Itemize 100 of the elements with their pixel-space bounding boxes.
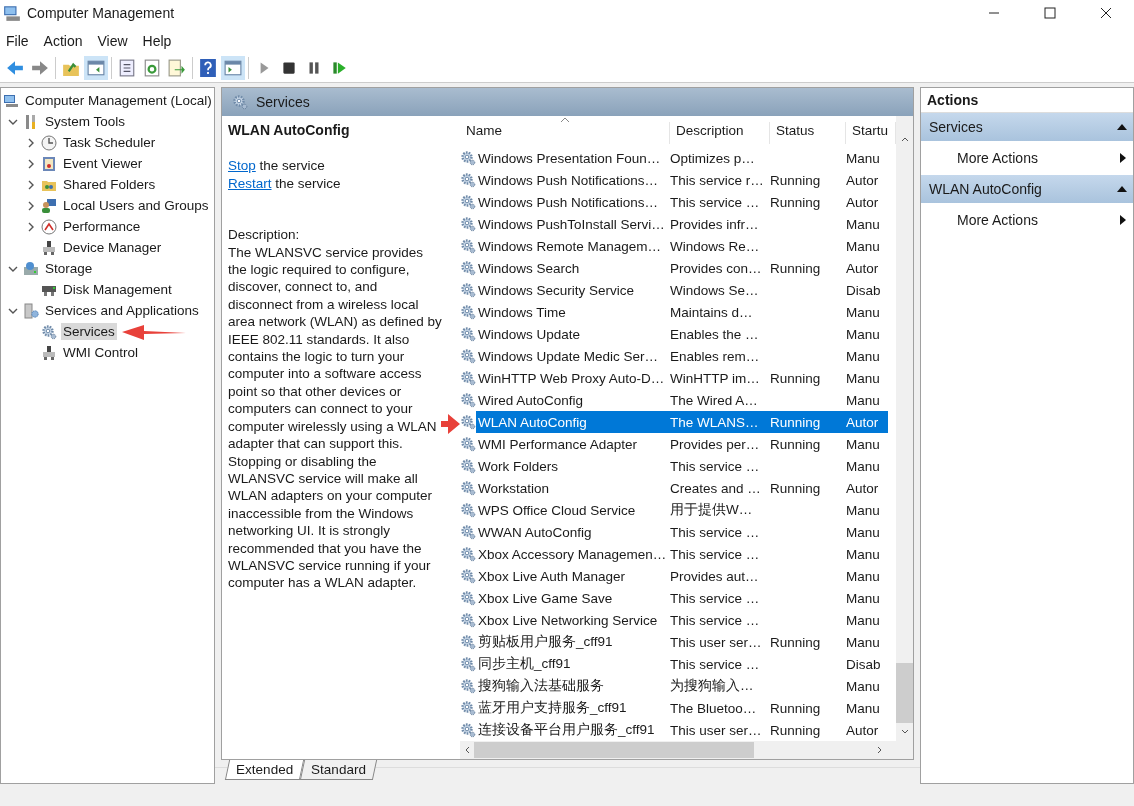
gear-icon: [460, 392, 476, 408]
gauge-icon: [41, 218, 57, 235]
menu-item[interactable]: Action: [37, 31, 92, 51]
gear-icon: [460, 590, 476, 606]
table-row[interactable]: WPS Office Cloud Service 用于提供W… Manu: [476, 499, 888, 521]
action-pane-button[interactable]: [221, 56, 245, 80]
table-row[interactable]: WMI Performance Adapter Provides per… Running Manu: [476, 433, 888, 455]
tree-item[interactable]: Disk Management: [61, 281, 174, 298]
table-row[interactable]: 蓝牙用户支持服务_cff91 The Bluetoo… Running Manu: [476, 697, 888, 719]
scrollbar-thumb[interactable]: [896, 663, 913, 723]
tree-item[interactable]: Storage: [43, 260, 95, 277]
view-tab[interactable]: Extended: [224, 760, 305, 780]
tree-item[interactable]: Services: [61, 323, 117, 340]
table-row[interactable]: Windows Push Notifications… This service r… Running Autor: [476, 169, 888, 191]
computer-icon: [3, 92, 19, 109]
service-name-cell-text: 连接设备平台用户服务_cff91: [477, 721, 656, 739]
table-row[interactable]: Windows Update Medic Ser… Enables rem… Manu: [476, 345, 888, 367]
table-row[interactable]: WWAN AutoConfig This service … Manu: [476, 521, 888, 543]
table-row[interactable]: Windows Push Notifications… This service … Running Autor: [476, 191, 888, 213]
table-row[interactable]: Windows Update Enables the … Manu: [476, 323, 888, 345]
app-icon: [3, 4, 21, 22]
tree-item[interactable]: Task Scheduler: [61, 134, 158, 151]
tree-item[interactable]: Device Manager: [61, 239, 164, 256]
gear-icon: [41, 323, 57, 340]
actions-section-header[interactable]: WLAN AutoConfig: [921, 175, 1133, 203]
gear-icon: [460, 568, 476, 584]
status-cell: Running: [770, 194, 821, 210]
tree-item[interactable]: Local Users and Groups: [61, 197, 211, 214]
export-icon: [168, 59, 186, 77]
status-cell: Running: [770, 480, 821, 496]
action-item[interactable]: More Actions: [921, 203, 1133, 237]
table-row[interactable]: WinHTTP Web Proxy Auto-D… WinHTTP im… Running Manu: [476, 367, 888, 389]
view-tab[interactable]: Standard: [299, 760, 377, 780]
tree-item[interactable]: WMI Control: [61, 344, 140, 361]
column-header[interactable]: Status: [770, 122, 846, 144]
close-icon: [1100, 7, 1112, 19]
gear-icon: [460, 458, 476, 474]
table-row[interactable]: 同步主机_cff91 This service … Disab: [476, 653, 888, 675]
description-cell-text: This service …: [669, 457, 761, 476]
description-cell-text: This service …: [669, 193, 761, 212]
table-row[interactable]: Windows Remote Managem… Windows Re… Manu: [476, 235, 888, 257]
gear-icon: [460, 260, 476, 276]
table-row[interactable]: Windows PushToInstall Servi… Provides infr… Manu: [476, 213, 888, 235]
table-row[interactable]: Windows Presentation Foun… Optimizes p… Manu: [476, 147, 888, 169]
table-row[interactable]: Wired AutoConfig The Wired A… Manu: [476, 389, 888, 411]
table-row[interactable]: Windows Search Provides con… Running Autor: [476, 257, 888, 279]
table-row[interactable]: 搜狗输入法基础服务 为搜狗输入… Manu: [476, 675, 888, 697]
gear-icon: [460, 150, 476, 166]
actions-section-header[interactable]: Services: [921, 113, 1133, 141]
service-name-cell-text: Windows Presentation Foun…: [477, 149, 662, 168]
gear-icon: [460, 282, 476, 298]
tree-item[interactable]: Event Viewer: [61, 155, 145, 172]
service-name-cell-text: Windows Search: [477, 259, 581, 278]
description-cell-text: WinHTTP im…: [669, 369, 761, 388]
tree-item[interactable]: Computer Management (Local): [23, 92, 214, 109]
console-tree-button[interactable]: [84, 56, 108, 80]
service-name-cell-text: WPS Office Cloud Service: [477, 501, 637, 520]
tree-item[interactable]: System Tools: [43, 113, 128, 130]
submenu-triangle-icon: [1119, 215, 1127, 225]
tree-item[interactable]: Performance: [61, 218, 143, 235]
description-cell-text: This service …: [669, 523, 761, 542]
service-name-cell-text: Windows Remote Managem…: [477, 237, 663, 256]
tree-item[interactable]: Shared Folders: [61, 176, 158, 193]
service-name-cell-text: 同步主机_cff91: [477, 655, 572, 673]
table-row[interactable]: Xbox Live Game Save This service … Manu: [476, 587, 888, 609]
description-cell-text: Provides per…: [669, 435, 761, 454]
gear-icon: [460, 480, 476, 496]
description-cell-text: Optimizes p…: [669, 149, 756, 168]
service-name-cell-text: Windows Push Notifications…: [477, 193, 660, 212]
column-header[interactable]: Description: [670, 122, 770, 144]
startup-cell-text: Manu: [845, 545, 881, 564]
table-row[interactable]: Work Folders This service … Manu: [476, 455, 888, 477]
table-row[interactable]: Workstation Creates and … Running Autor: [476, 477, 888, 499]
table-row[interactable]: Windows Security Service Windows Se… Disab: [476, 279, 888, 301]
service-action-link[interactable]: Restart: [228, 175, 272, 191]
gear-icon: [460, 524, 476, 540]
service-name-cell-text: Xbox Accessory Managemen…: [477, 545, 664, 564]
status-cell: Running: [770, 436, 821, 452]
column-header[interactable]: Name: [460, 122, 670, 144]
action-item[interactable]: More Actions: [921, 141, 1133, 175]
startup-cell-text: Disab: [845, 655, 882, 674]
tree-item[interactable]: Services and Applications: [43, 302, 201, 319]
clock-icon: [41, 134, 57, 151]
gear-icon: [460, 502, 476, 518]
table-row[interactable]: Xbox Live Networking Service This service … Manu: [476, 609, 888, 631]
menu-item[interactable]: View: [91, 31, 137, 51]
service-action-link[interactable]: Stop: [228, 158, 256, 174]
annotation-arrow: [441, 414, 460, 434]
link-suffix: the service: [259, 158, 325, 174]
table-row[interactable]: 连接设备平台用户服务_cff91 This user ser… Running Autor: [476, 719, 888, 741]
table-row[interactable]: WLAN AutoConfig The WLANS… Running Autor: [476, 411, 888, 433]
scrollbar-thumb[interactable]: [474, 742, 754, 758]
table-row[interactable]: 剪贴板用户服务_cff91 This user ser… Running Manu: [476, 631, 888, 653]
service-name-cell-text: WWAN AutoConfig: [477, 523, 593, 542]
table-row[interactable]: Xbox Accessory Managemen… This service … Manu: [476, 543, 888, 565]
menu-item[interactable]: File: [0, 31, 38, 51]
table-row[interactable]: Xbox Live Auth Manager Provides aut… Manu: [476, 565, 888, 587]
service-name-cell-text: Work Folders: [477, 457, 560, 476]
table-row[interactable]: Windows Time Maintains d… Manu: [476, 301, 888, 323]
menu-item[interactable]: Help: [136, 31, 181, 51]
